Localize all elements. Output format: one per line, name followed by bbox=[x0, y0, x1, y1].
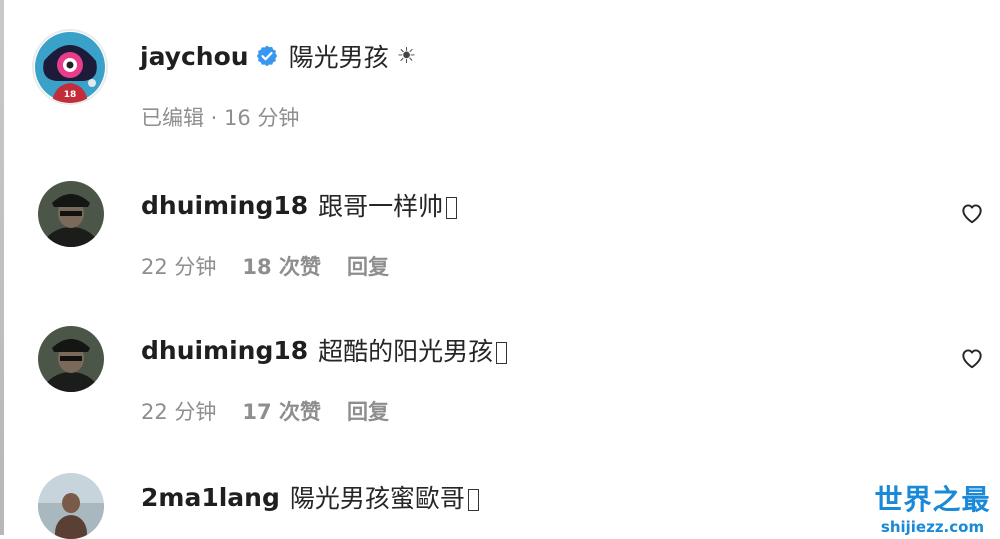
sun-emoji-icon: ☀ bbox=[396, 43, 417, 69]
comment-text-value: 跟哥一样帅 bbox=[318, 192, 444, 221]
site-watermark: 世界之最 shijiezz.com bbox=[870, 478, 995, 536]
caption-text: 陽光男孩 bbox=[288, 43, 389, 72]
comment-meta: 22 分钟 18 次赞 回复 bbox=[141, 251, 389, 281]
comment-text: 陽光男孩蜜歐哥 bbox=[290, 479, 479, 515]
comment-text-value: 陽光男孩蜜歐哥 bbox=[289, 484, 465, 513]
heart-icon[interactable] bbox=[959, 345, 985, 371]
commenter-avatar[interactable] bbox=[38, 181, 104, 247]
comment-username[interactable]: 2ma1lang bbox=[141, 483, 280, 512]
missing-glyph-icon bbox=[446, 197, 458, 219]
commenter-avatar[interactable] bbox=[38, 473, 104, 539]
avatar-photo bbox=[38, 326, 104, 392]
missing-glyph-icon bbox=[496, 342, 508, 364]
reply-button[interactable]: 回复 bbox=[347, 251, 389, 281]
caption-username[interactable]: jaychou bbox=[140, 42, 249, 71]
comment-username[interactable]: dhuiming18 bbox=[141, 191, 308, 220]
commenter-avatar[interactable] bbox=[38, 326, 104, 392]
comment-line: dhuiming18 超酷的阳光男孩 bbox=[141, 332, 508, 368]
comment-likes[interactable]: 17 次赞 bbox=[242, 396, 321, 426]
comment-text: 超酷的阳光男孩 bbox=[318, 332, 508, 368]
watermark-url: shijiezz.com bbox=[880, 518, 985, 536]
svg-text:18: 18 bbox=[64, 90, 77, 100]
watermark-title: 世界之最 bbox=[874, 483, 991, 516]
comment-text: 跟哥一样帅 bbox=[318, 187, 458, 223]
comment-line: 2ma1lang 陽光男孩蜜歐哥 bbox=[141, 479, 479, 515]
heart-icon[interactable] bbox=[959, 200, 985, 226]
avatar-illustration: 18 bbox=[34, 31, 106, 103]
comment-meta: 22 分钟 17 次赞 回复 bbox=[141, 396, 389, 426]
avatar-photo bbox=[38, 473, 104, 539]
comment-time: 22 分钟 bbox=[141, 255, 217, 279]
comment-line: dhuiming18 跟哥一样帅 bbox=[141, 187, 458, 223]
caption-line: jaychou 陽光男孩 ☀ bbox=[140, 38, 416, 74]
avatar-photo bbox=[38, 181, 104, 247]
window-left-edge bbox=[0, 0, 4, 535]
missing-glyph-icon bbox=[467, 489, 479, 511]
verified-badge-icon bbox=[256, 45, 277, 67]
caption-meta: 已编辑 · 16 分钟 bbox=[141, 106, 300, 130]
comment-likes[interactable]: 18 次赞 bbox=[242, 251, 321, 281]
jaychou-avatar[interactable]: 18 bbox=[34, 31, 106, 103]
comment-username[interactable]: dhuiming18 bbox=[141, 336, 308, 365]
reply-button[interactable]: 回复 bbox=[347, 396, 389, 426]
comment-time: 22 分钟 bbox=[141, 400, 217, 424]
comment-text-value: 超酷的阳光男孩 bbox=[318, 337, 494, 366]
